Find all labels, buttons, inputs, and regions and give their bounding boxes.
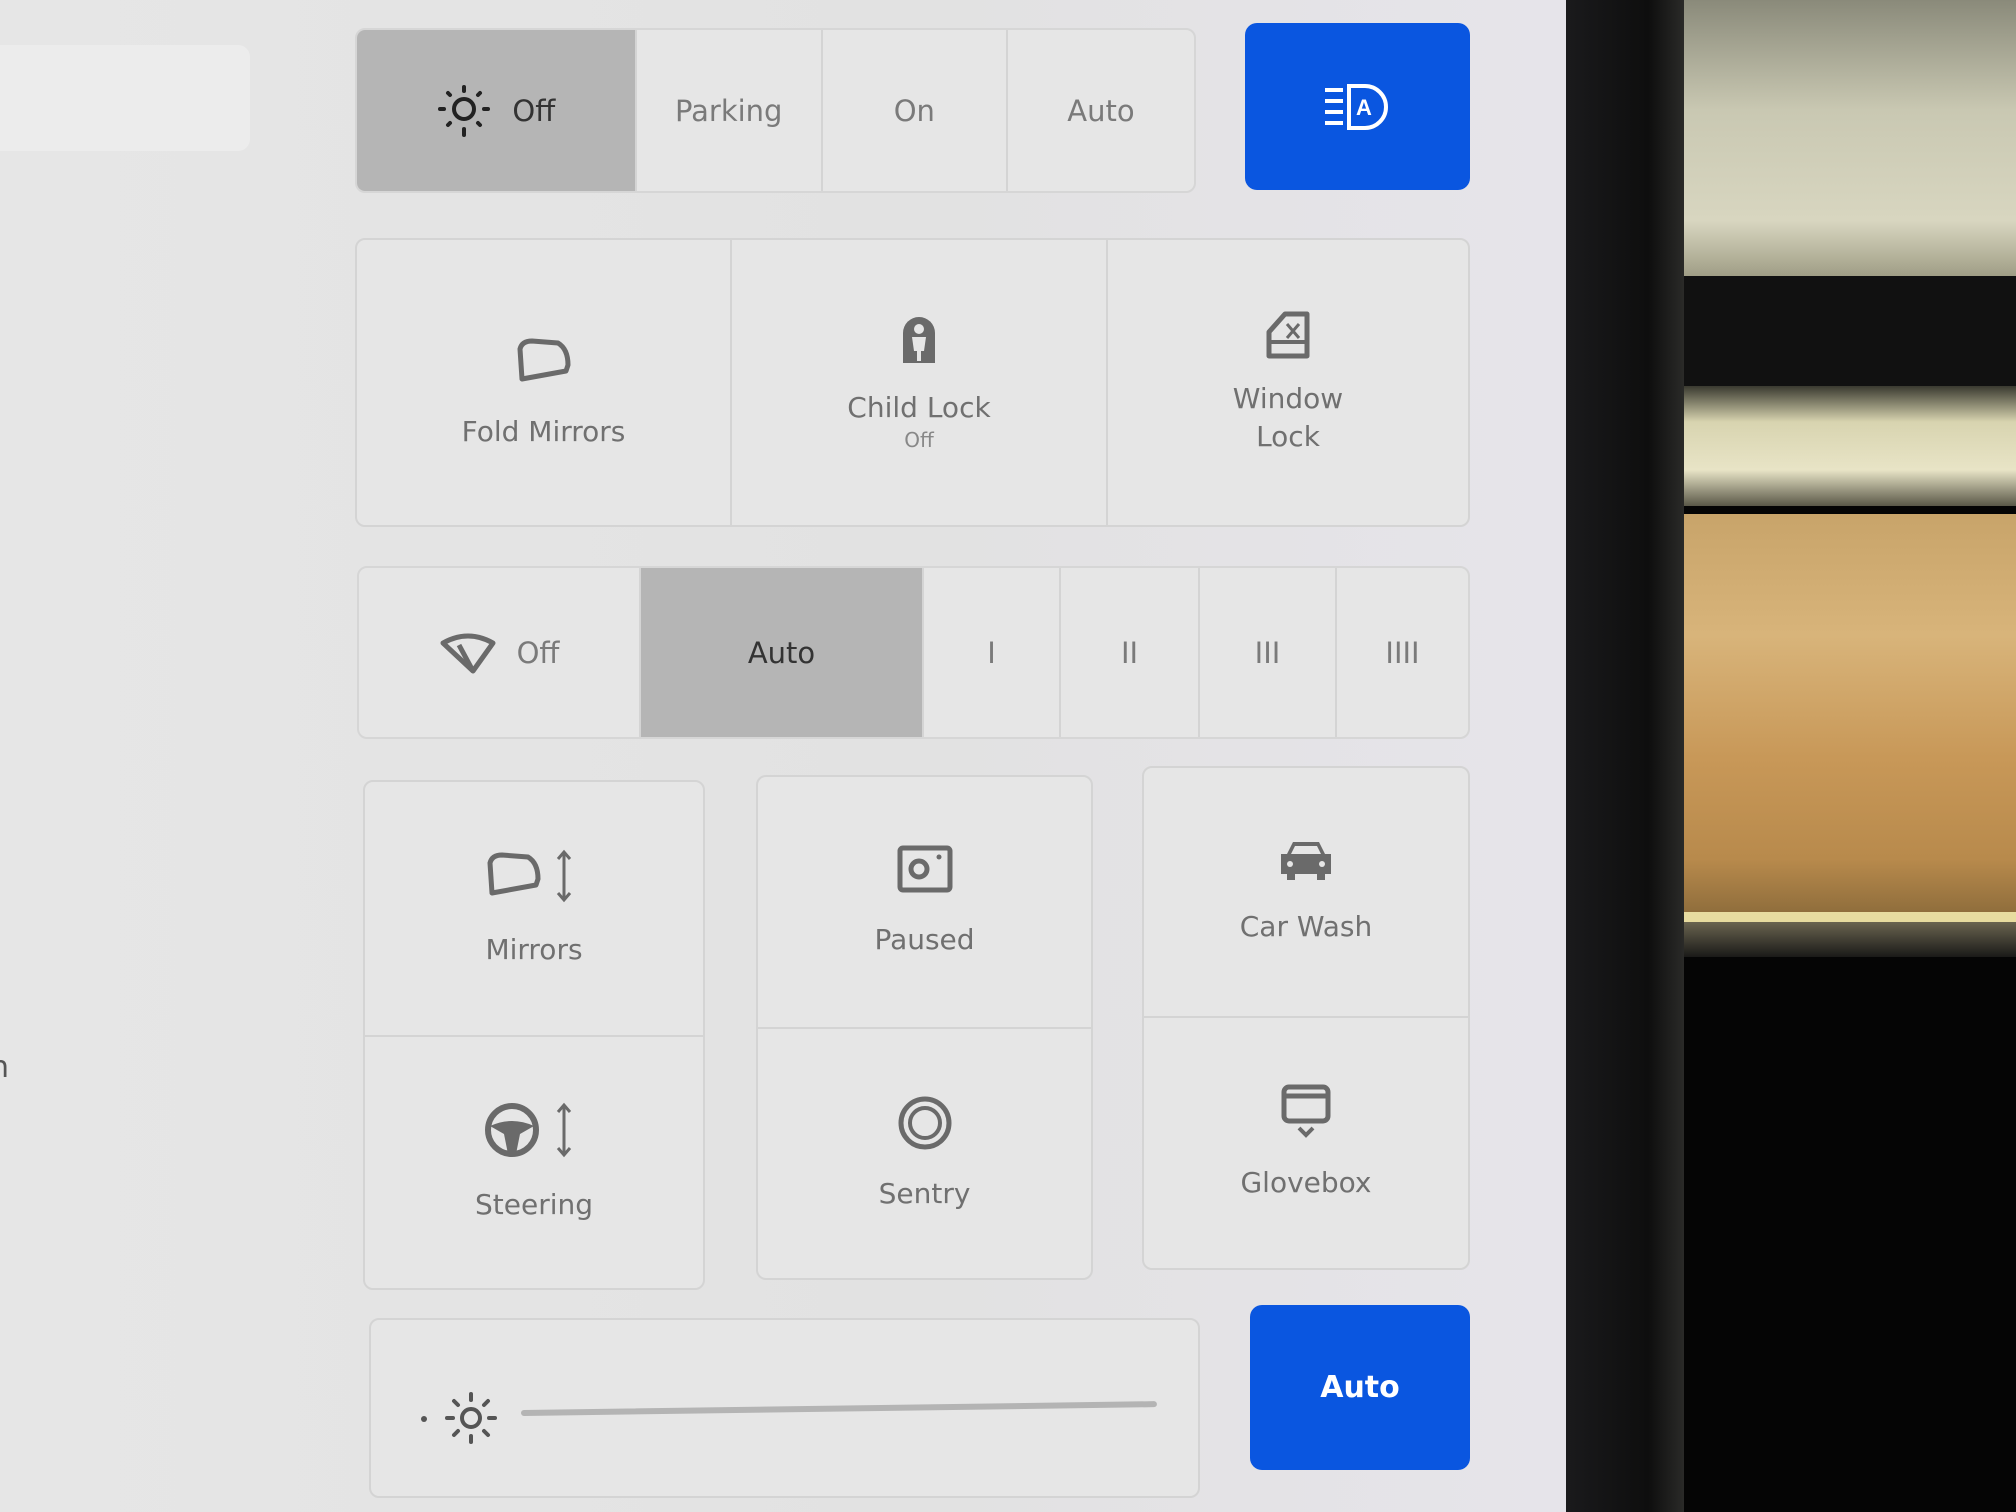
window-lock-button[interactable]: Window Lock <box>1108 240 1468 525</box>
headlight-selector: Off Parking On Auto <box>355 28 1196 193</box>
wiper-speed-1-label: I <box>987 635 996 670</box>
headlight-option-parking[interactable]: Parking <box>637 30 823 191</box>
brightness-min-dot <box>421 1416 427 1422</box>
headlight-option-auto[interactable]: Auto <box>1008 30 1194 191</box>
dashcam-button[interactable]: Paused <box>758 777 1091 1029</box>
wiper-selector: Off Auto I II III IIII <box>357 566 1470 739</box>
headlight-on-label: On <box>893 93 935 128</box>
auto-headlight-icon: A <box>1324 83 1388 130</box>
brightness-slider-fill <box>520 1401 1157 1416</box>
touchscreen: n Off Parking On Auto A Fold Mirrors Chi… <box>0 0 1566 1512</box>
sentry-label: Sentry <box>878 1176 971 1210</box>
window-lock-icon <box>1266 311 1310 359</box>
window-lock-label: Window Lock <box>1232 381 1344 453</box>
mirror-icon <box>517 338 570 382</box>
headlight-parking-label: Parking <box>674 93 783 128</box>
dashcam-status-label: Paused <box>874 923 975 957</box>
brightness-icon <box>445 1392 497 1444</box>
child-lock-label: Child Lock <box>847 391 991 425</box>
wiper-option-auto[interactable]: Auto <box>641 568 924 737</box>
glovebox-icon <box>1281 1084 1331 1138</box>
headlight-auto-label: Auto <box>1067 93 1135 128</box>
brightness-control <box>369 1318 1200 1498</box>
wiper-speed-4-label: IIII <box>1385 635 1420 670</box>
wiper-option-2[interactable]: II <box>1061 568 1200 737</box>
child-lock-status: Off <box>904 427 934 452</box>
brightness-slider[interactable] <box>520 1392 1157 1432</box>
screen-bezel <box>1566 0 1684 1512</box>
utility-column: Car Wash Glovebox <box>1142 766 1470 1270</box>
security-column: Paused Sentry <box>756 775 1093 1280</box>
mirrors-label: Mirrors <box>485 932 583 966</box>
car-icon <box>1281 842 1331 881</box>
brightness-auto-label: Auto <box>1320 1370 1400 1405</box>
headlight-option-off[interactable]: Off <box>357 30 637 191</box>
car-wash-button[interactable]: Car Wash <box>1144 768 1468 1018</box>
sentry-icon <box>898 1096 951 1150</box>
child-lock-icon <box>903 317 935 364</box>
mirror-adjust-icon <box>487 849 572 902</box>
fold-mirrors-label: Fold Mirrors <box>461 414 626 448</box>
steering-label: Steering <box>474 1187 593 1221</box>
wiper-option-off[interactable]: Off <box>359 568 641 737</box>
wiper-auto-label: Auto <box>747 635 816 670</box>
child-lock-button[interactable]: Child Lock Off <box>732 240 1108 525</box>
lock-controls: Fold Mirrors Child Lock Off Window Lock <box>355 238 1470 527</box>
wiper-option-4[interactable]: IIII <box>1337 568 1468 737</box>
wiper-icon <box>440 633 496 673</box>
wiper-speed-2-label: II <box>1120 635 1139 670</box>
wiper-option-1[interactable]: I <box>924 568 1061 737</box>
glovebox-label: Glovebox <box>1240 1166 1372 1200</box>
headlight-option-on[interactable]: On <box>823 30 1008 191</box>
mirrors-adjust-button[interactable]: Mirrors <box>365 782 703 1037</box>
brightness-auto-button[interactable]: Auto <box>1250 1305 1470 1470</box>
car-wash-label: Car Wash <box>1239 910 1373 944</box>
wiper-off-label: Off <box>516 635 560 670</box>
sentry-button[interactable]: Sentry <box>758 1029 1091 1278</box>
headlight-off-icon <box>438 84 491 137</box>
dashcam-icon <box>897 845 952 893</box>
steering-adjust-icon <box>485 1102 572 1157</box>
left-panel-field <box>0 45 250 151</box>
adjust-column: Mirrors Steering <box>363 780 705 1290</box>
glovebox-button[interactable]: Glovebox <box>1144 1018 1468 1268</box>
fold-mirrors-button[interactable]: Fold Mirrors <box>357 240 732 525</box>
wiper-speed-3-label: III <box>1254 635 1281 670</box>
wiper-option-3[interactable]: III <box>1200 568 1337 737</box>
auto-high-beam-button[interactable]: A <box>1245 23 1470 190</box>
steering-adjust-button[interactable]: Steering <box>365 1037 703 1288</box>
left-panel-text-fragment: n <box>0 1050 9 1085</box>
svg-text:A: A <box>1356 95 1372 120</box>
headlight-off-label: Off <box>512 93 556 128</box>
background-photo <box>1684 0 2016 1512</box>
